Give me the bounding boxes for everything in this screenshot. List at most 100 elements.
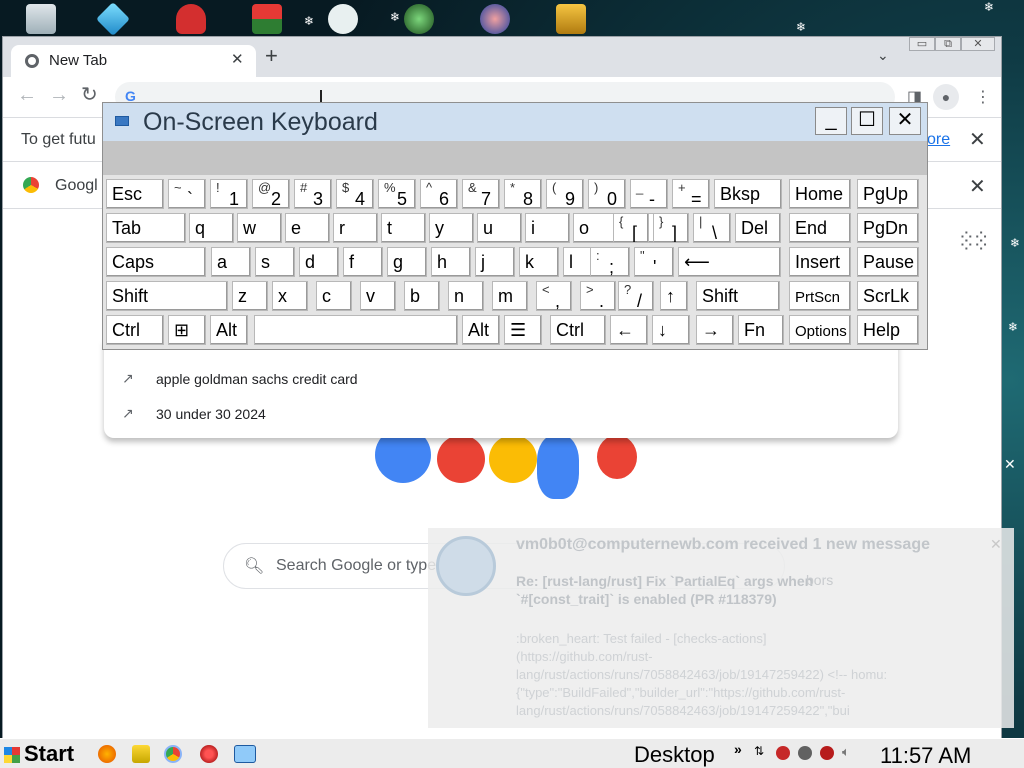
tray-network-icon[interactable] bbox=[798, 746, 812, 760]
default-browser-close-icon[interactable]: ✕ bbox=[969, 174, 986, 199]
info-bar-close-icon[interactable]: ✕ bbox=[969, 127, 986, 152]
key-quote[interactable]: " ' bbox=[634, 247, 674, 277]
key-period[interactable]: >. bbox=[580, 281, 616, 311]
key-semicolon[interactable]: :; bbox=[590, 247, 630, 277]
file-manager-icon[interactable] bbox=[132, 745, 150, 763]
key-7[interactable]: & 7 bbox=[462, 179, 500, 209]
key-v[interactable]: v bbox=[360, 281, 396, 311]
key-2[interactable]: @2 bbox=[252, 179, 290, 209]
gift-icon[interactable] bbox=[252, 4, 282, 34]
key-menu[interactable]: ☰ bbox=[504, 315, 542, 345]
key-z[interactable]: z bbox=[232, 281, 268, 311]
key-prtscn[interactable]: PrtScn bbox=[789, 281, 851, 311]
tray-recorder-icon[interactable] bbox=[820, 746, 834, 760]
key-m[interactable]: m bbox=[492, 281, 528, 311]
key-b[interactable]: b bbox=[404, 281, 440, 311]
key-backtick[interactable]: ~ ` bbox=[168, 179, 206, 209]
key-d[interactable]: d bbox=[299, 247, 339, 277]
close-icon[interactable]: ✕ bbox=[1004, 456, 1016, 473]
clock[interactable]: 11:57 AM bbox=[880, 743, 971, 768]
suggestion-item[interactable]: ↗ apple goldman sachs credit card bbox=[104, 362, 898, 396]
key-open-bracket[interactable]: {[ bbox=[613, 213, 649, 243]
key-fn[interactable]: Fn bbox=[738, 315, 784, 345]
mushroom-icon[interactable] bbox=[176, 4, 206, 34]
key-home[interactable]: Home bbox=[789, 179, 851, 209]
key-equals[interactable]: + = bbox=[672, 179, 710, 209]
key-help[interactable]: Help bbox=[857, 315, 919, 345]
info-bar-link[interactable]: ore bbox=[927, 131, 950, 149]
key-ctrl[interactable]: Ctrl bbox=[550, 315, 606, 345]
comet-icon[interactable] bbox=[404, 4, 434, 34]
key-space[interactable] bbox=[254, 315, 458, 345]
key-e[interactable]: e bbox=[285, 213, 330, 243]
key-scrlk[interactable]: ScrLk bbox=[857, 281, 919, 311]
key-9[interactable]: (9 bbox=[546, 179, 584, 209]
key-u[interactable]: u bbox=[477, 213, 522, 243]
notification-close-icon[interactable]: ✕ bbox=[990, 536, 1002, 553]
tab-new-tab[interactable]: New Tab ✕ bbox=[11, 45, 256, 77]
key-n[interactable]: n bbox=[448, 281, 484, 311]
key-minus[interactable]: _ - bbox=[630, 179, 668, 209]
key-pause[interactable]: Pause bbox=[857, 247, 919, 277]
key-ctrl[interactable]: Ctrl bbox=[106, 315, 164, 345]
key-close-bracket[interactable]: }] bbox=[653, 213, 689, 243]
start-button[interactable]: Start bbox=[2, 741, 78, 767]
key-c[interactable]: c bbox=[316, 281, 352, 311]
key-x[interactable]: x bbox=[272, 281, 308, 311]
chrome-taskbar-icon[interactable] bbox=[164, 745, 182, 763]
key-f[interactable]: f bbox=[343, 247, 383, 277]
tray-shield-icon[interactable] bbox=[776, 746, 790, 760]
new-tab-button[interactable]: + bbox=[265, 45, 278, 67]
key-down-arrow[interactable]: ↓ bbox=[652, 315, 690, 345]
key-up-arrow[interactable]: ↑ bbox=[660, 281, 688, 311]
key-right-arrow[interactable]: → bbox=[696, 315, 734, 345]
key-shift[interactable]: Shift bbox=[106, 281, 228, 311]
osk-maximize-button[interactable]: ☐ bbox=[851, 107, 883, 135]
toolbar-chevron-icon[interactable]: » bbox=[734, 741, 742, 757]
key-left-arrow[interactable]: ← bbox=[610, 315, 648, 345]
key-0[interactable]: ) 0 bbox=[588, 179, 626, 209]
key-4[interactable]: $4 bbox=[336, 179, 374, 209]
back-arrow-icon[interactable]: ← bbox=[17, 85, 37, 105]
key-w[interactable]: w bbox=[237, 213, 282, 243]
key-3[interactable]: #3 bbox=[294, 179, 332, 209]
globe-icon[interactable] bbox=[480, 4, 510, 34]
key-pgdn[interactable]: PgDn bbox=[857, 213, 919, 243]
tray-arrows-icon[interactable]: ⇅ bbox=[754, 744, 768, 758]
gem-icon[interactable] bbox=[96, 2, 130, 36]
bird-icon[interactable] bbox=[328, 4, 358, 34]
key-1[interactable]: ! 1 bbox=[210, 179, 248, 209]
osk-close-button[interactable]: ✕ bbox=[889, 107, 921, 135]
key-6[interactable]: ^ 6 bbox=[420, 179, 458, 209]
key-t[interactable]: t bbox=[381, 213, 426, 243]
key-k[interactable]: k bbox=[519, 247, 559, 277]
key-bksp[interactable]: Bksp bbox=[714, 179, 782, 209]
recycle-bin-icon[interactable] bbox=[26, 4, 56, 34]
key-h[interactable]: h bbox=[431, 247, 471, 277]
reload-icon[interactable]: ↻ bbox=[81, 85, 98, 105]
key-alt[interactable]: Alt bbox=[462, 315, 500, 345]
media-player-icon[interactable] bbox=[200, 745, 218, 763]
key-insert[interactable]: Insert bbox=[789, 247, 851, 277]
key-options[interactable]: Options bbox=[789, 315, 851, 345]
key-y[interactable]: y bbox=[429, 213, 474, 243]
profile-avatar-icon[interactable]: ● bbox=[933, 84, 959, 110]
key-pgup[interactable]: PgUp bbox=[857, 179, 919, 209]
key-i[interactable]: i bbox=[525, 213, 570, 243]
key-tab[interactable]: Tab bbox=[106, 213, 186, 243]
keyboard-taskbar-icon[interactable] bbox=[234, 745, 256, 763]
key-o[interactable]: o bbox=[573, 213, 618, 243]
key-esc[interactable]: Esc bbox=[106, 179, 164, 209]
key-r[interactable]: r bbox=[333, 213, 378, 243]
key-g[interactable]: g bbox=[387, 247, 427, 277]
suggestion-item[interactable]: ↗ 30 under 30 2024 bbox=[104, 397, 898, 431]
key-backslash[interactable]: | \ bbox=[693, 213, 731, 243]
key-s[interactable]: s bbox=[255, 247, 295, 277]
key-a[interactable]: a bbox=[211, 247, 251, 277]
key-8[interactable]: * 8 bbox=[504, 179, 542, 209]
document-icon[interactable] bbox=[556, 4, 586, 34]
key-j[interactable]: j bbox=[475, 247, 515, 277]
key-comma[interactable]: <, bbox=[536, 281, 572, 311]
firefox-icon[interactable] bbox=[98, 745, 116, 763]
key-alt[interactable]: Alt bbox=[210, 315, 248, 345]
